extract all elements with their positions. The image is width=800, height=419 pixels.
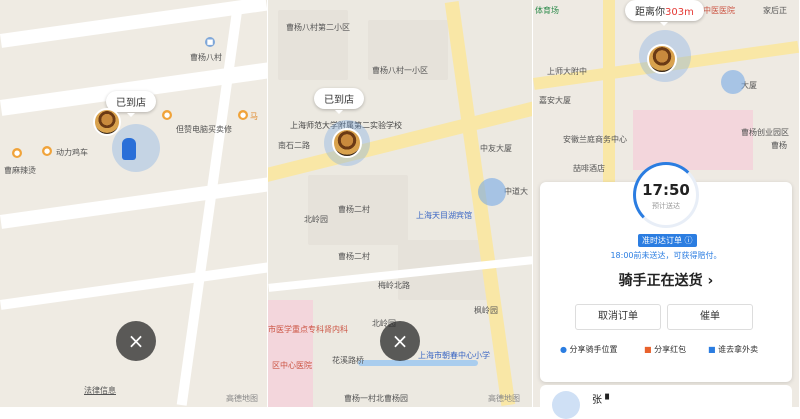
close-button[interactable]: × bbox=[116, 321, 156, 361]
label-chicken: 动力鸡车 bbox=[56, 148, 88, 157]
status-text: 骑手正在送货 bbox=[618, 273, 703, 289]
share-location-link[interactable]: ● 分享骑手位置 bbox=[560, 344, 618, 355]
rider-icon bbox=[122, 138, 136, 160]
label-hospital: 中医医院 bbox=[703, 6, 735, 15]
label-attached: 上师大附中 bbox=[547, 67, 587, 76]
label-meiling: 梅岭北路 bbox=[378, 281, 410, 290]
food-icon: ● bbox=[12, 148, 22, 158]
on-time-badge[interactable]: 准时达订单 ⓘ bbox=[638, 234, 697, 247]
label-district2: 曹杨八村第二小区 bbox=[286, 23, 350, 32]
bus-icon: ■ bbox=[205, 37, 215, 47]
label-zhongdao: 中道大 bbox=[504, 187, 528, 196]
label-caoyang-center: 曹杨创业园区 bbox=[741, 128, 789, 137]
urge-order-button[interactable]: 催单 bbox=[667, 304, 753, 330]
distance-value: 303m bbox=[665, 7, 694, 18]
label-store: 但赞电脑买卖修 bbox=[176, 125, 232, 134]
label-spicy: 曹麻辣烫 bbox=[4, 166, 36, 175]
arrived-bubble: 已到店 bbox=[314, 88, 364, 114]
label-fengling: 枫岭园 bbox=[474, 306, 498, 315]
eta-time: 17:50 bbox=[642, 181, 690, 199]
legal-link[interactable]: 法律信息 bbox=[84, 385, 116, 396]
map-panel-store[interactable]: ■ 曹杨八村 ● 但赞电脑买卖修 ● 曹麻辣烫 ● 动力鸡车 ● 马 已到店 ×… bbox=[0, 0, 268, 407]
close-button[interactable]: × bbox=[380, 321, 420, 361]
main-road bbox=[444, 1, 516, 406]
label-sports: 体育场 bbox=[535, 6, 559, 15]
amap-logo: 高德地图 bbox=[488, 394, 520, 403]
rider-halo bbox=[112, 124, 160, 172]
location-pin-icon: ● bbox=[560, 345, 567, 354]
destination-pin-icon bbox=[478, 178, 506, 206]
who-takes-label: 谁去拿外卖 bbox=[718, 345, 759, 354]
rider-name: 张 ▘ bbox=[592, 395, 613, 406]
label-jiaan: 嘉安大厦 bbox=[539, 96, 571, 105]
road bbox=[0, 173, 267, 229]
label-hospital1: 市医学重点专科肾内科 bbox=[268, 325, 348, 334]
label-hospital2: 区中心医院 bbox=[272, 361, 312, 370]
who-takes-link[interactable]: ■ 谁去拿外卖 bbox=[708, 344, 758, 355]
share-redpack-link[interactable]: ■ 分享红包 bbox=[644, 344, 686, 355]
block bbox=[278, 10, 348, 80]
eta-label: 预计送达 bbox=[652, 202, 680, 210]
order-status-card: 17:50 预计送达 准时达订单 ⓘ 18:00前未送达，可获得赔付。 骑手正在… bbox=[540, 162, 792, 382]
eta-ring: 17:50 预计送达 bbox=[633, 162, 699, 228]
red-packet-icon: ■ bbox=[644, 345, 652, 354]
label-beiling: 北岭园 bbox=[304, 215, 328, 224]
cancel-order-button[interactable]: 取消订单 bbox=[575, 304, 661, 330]
label-cao: 曹杨 bbox=[771, 141, 787, 150]
label-hotel: 喆啡酒店 bbox=[573, 164, 605, 173]
share-redpack-label: 分享红包 bbox=[654, 345, 687, 354]
share-location-label: 分享骑手位置 bbox=[569, 345, 618, 354]
label-hotel: 上海天目湖宾馆 bbox=[416, 211, 472, 220]
label-bridge: 花溪路桥 bbox=[332, 356, 364, 365]
food-icon: ● bbox=[42, 146, 52, 156]
chevron-right-icon: › bbox=[707, 273, 714, 289]
map-panel-route[interactable]: 曹杨八村第二小区 曹杨八村一小区 上海师范大学附属第二实验学校 南石二路 中友大… bbox=[268, 0, 533, 407]
label-cao2: 曹杨二村 bbox=[338, 205, 370, 214]
distance-prefix: 距离你 bbox=[635, 7, 665, 18]
destination-pin-icon bbox=[721, 70, 745, 94]
label-district1: 曹杨八村一小区 bbox=[372, 66, 428, 75]
amap-logo: 高德地图 bbox=[226, 394, 258, 403]
label-cao1: 曹杨一村北曹杨园 bbox=[344, 394, 408, 403]
rider-avatar bbox=[647, 44, 677, 74]
label-zhongyou: 中友大厦 bbox=[480, 144, 512, 153]
label-school2: 上海市朝春中心小学 bbox=[418, 351, 490, 360]
distance-bubble: 距离你303m bbox=[625, 0, 704, 26]
dice-icon: ■ bbox=[708, 345, 716, 354]
hospital-area bbox=[633, 110, 753, 170]
restaurant-avatar bbox=[332, 128, 362, 158]
shop-icon: ● bbox=[238, 110, 248, 120]
label-nanshi: 南石二路 bbox=[278, 141, 310, 150]
label-home: 家后正 bbox=[763, 6, 787, 15]
delivery-status[interactable]: 骑手正在送货 › bbox=[540, 270, 792, 290]
shop-icon: ● bbox=[162, 110, 172, 120]
compensation-note: 18:00前未送达，可获得赔付。 bbox=[610, 251, 722, 260]
rider-avatar bbox=[552, 391, 580, 419]
label-village: 曹杨八村 bbox=[190, 53, 222, 62]
rider-info-card[interactable]: 张 ▘ bbox=[540, 385, 792, 419]
hospital-area bbox=[268, 300, 313, 407]
label-anhui: 安徽兰庭商务中心 bbox=[563, 135, 627, 144]
road bbox=[0, 258, 267, 310]
label-cao2b: 曹杨二村 bbox=[338, 252, 370, 261]
label-horse: 马 bbox=[250, 112, 258, 121]
